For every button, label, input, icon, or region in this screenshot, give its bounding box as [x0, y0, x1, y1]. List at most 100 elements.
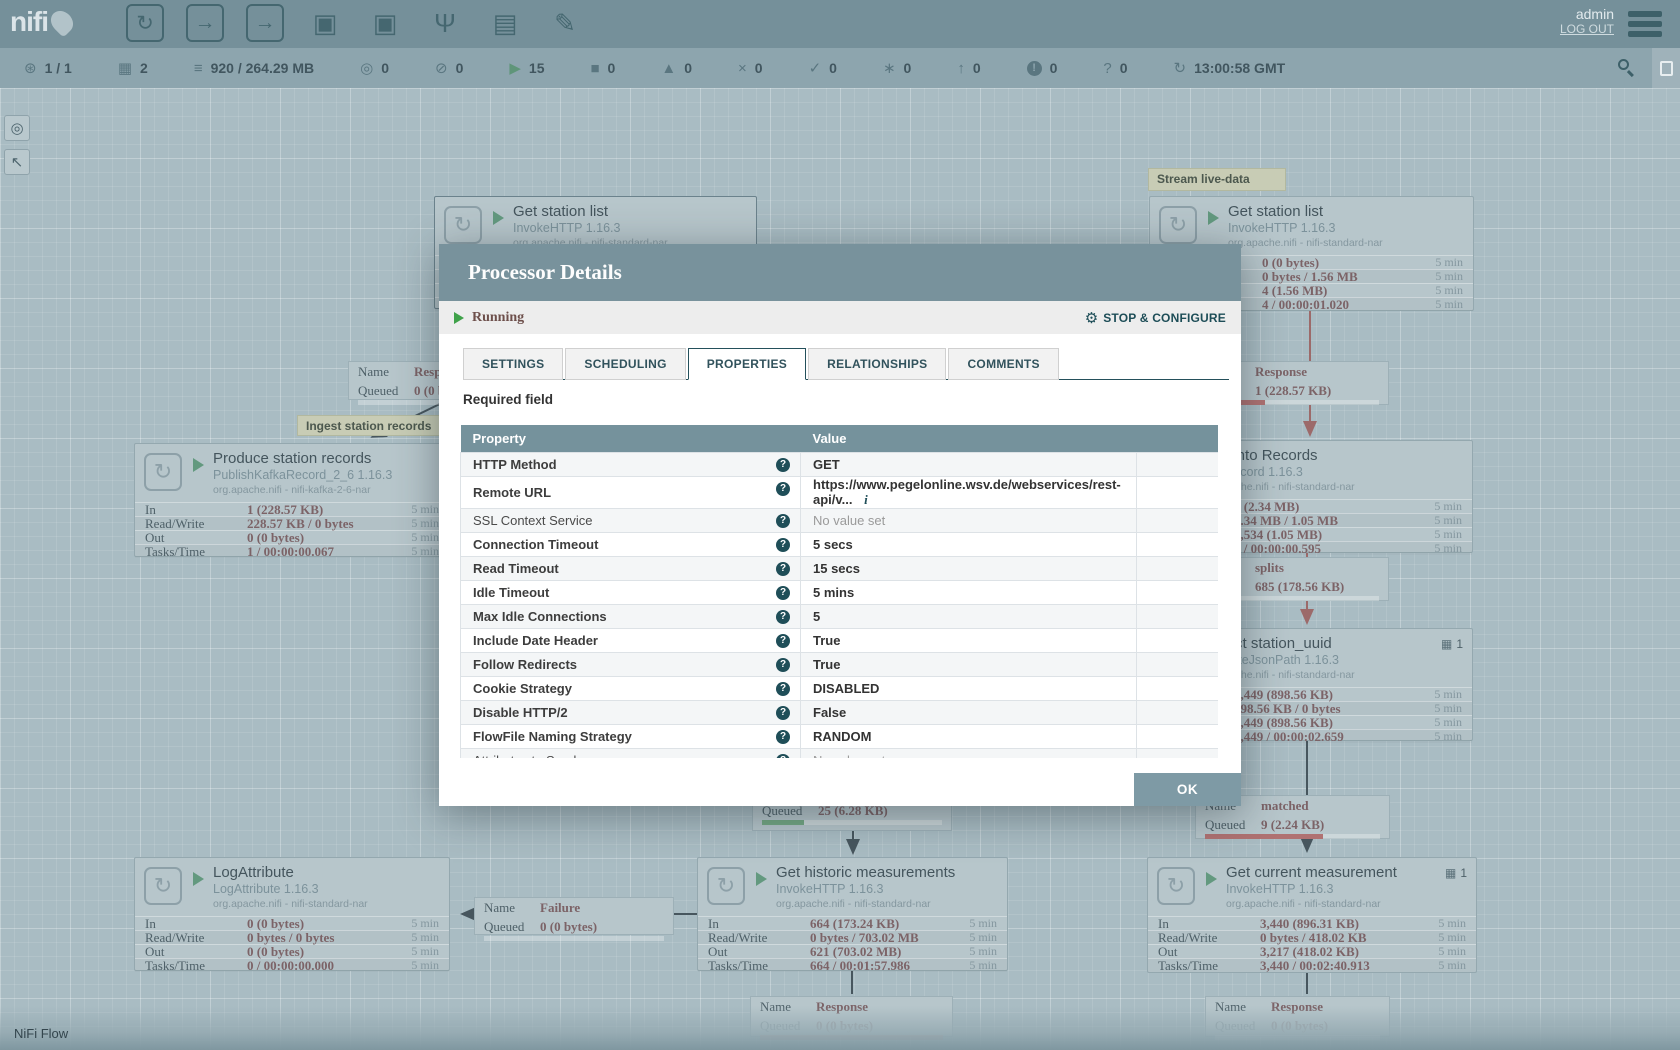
processor-type: InvokeHTTP 1.16.3	[1226, 882, 1472, 896]
breadcrumb[interactable]: NiFi Flow	[14, 1026, 68, 1041]
birdseye-panel-button[interactable]	[1652, 48, 1680, 88]
output-port-tool-icon[interactable]: →	[246, 4, 284, 42]
stat-row-readwrite: Read/Write 0 bytes / 418.02 KB 5 min	[1148, 930, 1476, 944]
canvas-label[interactable]: Stream live-data	[1148, 168, 1286, 191]
stat-row-tasks: Tasks/Time 664 / 00:01:57.986 5 min	[698, 958, 1007, 972]
global-menu-icon[interactable]	[1628, 11, 1662, 41]
status-value: 0	[608, 60, 616, 76]
help-icon[interactable]: ?	[776, 730, 790, 744]
component-toolbar: ↻ → → ▣ ▣ Ψ ▤ ✎	[126, 4, 584, 42]
connection-label[interactable]: NameFailure Queued0 (0 bytes)	[474, 897, 674, 935]
property-value[interactable]: No value set	[813, 753, 885, 759]
property-row[interactable]: Idle Timeout ? 5 mins	[461, 580, 1219, 604]
processor[interactable]: ↻ Get historic measurements InvokeHTTP 1…	[697, 857, 1008, 971]
stat-row-readwrite: Read/Write 0 bytes / 0 bytes 5 min	[135, 930, 449, 944]
extra-column-header	[1137, 425, 1219, 452]
property-value[interactable]: 5	[813, 609, 820, 624]
help-icon[interactable]: ?	[776, 458, 790, 472]
property-value[interactable]: GET	[813, 457, 840, 472]
processor-type: PublishKafkaRecord_2_6 1.16.3	[213, 468, 445, 482]
help-icon[interactable]: ?	[776, 586, 790, 600]
help-icon[interactable]: ?	[776, 610, 790, 624]
template-tool-icon[interactable]: ▤	[486, 4, 524, 42]
processor[interactable]: ↻ Get current measurement InvokeHTTP 1.1…	[1147, 857, 1477, 973]
property-row[interactable]: Attributes to Send ? No value set	[461, 748, 1219, 758]
help-icon[interactable]: ?	[776, 562, 790, 576]
property-row[interactable]: SSL Context Service ? No value set	[461, 508, 1219, 532]
help-icon[interactable]: ?	[776, 634, 790, 648]
status-item: ! 0	[1027, 60, 1058, 76]
property-value[interactable]: No value set	[813, 513, 885, 528]
help-icon[interactable]: ?	[776, 706, 790, 720]
property-row[interactable]: FlowFile Naming Strategy ? RANDOM	[461, 724, 1219, 748]
help-icon[interactable]: ?	[776, 482, 790, 496]
dialog-header: Processor Details	[439, 244, 1241, 301]
help-icon[interactable]: ?	[776, 514, 790, 528]
navigate-palette-button[interactable]: ◎	[4, 115, 30, 141]
property-value[interactable]: https://www.pegelonline.wsv.de/webservic…	[813, 477, 1121, 507]
property-row[interactable]: Max Idle Connections ? 5	[461, 604, 1219, 628]
processor-icon: ↻	[144, 453, 182, 491]
stop-and-configure-button[interactable]: ⚙ STOP & CONFIGURE	[1085, 309, 1226, 327]
property-value[interactable]: RANDOM	[813, 729, 872, 744]
tab-relationships[interactable]: RELATIONSHIPS	[808, 348, 946, 380]
help-icon[interactable]: ?	[776, 682, 790, 696]
property-name: Remote URL	[473, 485, 551, 500]
processor-title: Produce station records	[213, 450, 445, 467]
property-row[interactable]: Follow Redirects ? True	[461, 652, 1219, 676]
status-item: ⊘ 0	[435, 59, 463, 77]
processor-title: Get historic measurements	[776, 864, 1003, 881]
search-icon[interactable]	[1618, 59, 1636, 77]
value-column-header: Value	[801, 425, 1137, 452]
transmitting-remote-groups-icon: ◎	[360, 59, 373, 77]
top-toolbar: nifi ↻ → → ▣ ▣ Ψ ▤ ✎ admin LOG OUT	[0, 0, 1680, 48]
property-row[interactable]: HTTP Method ? GET	[461, 452, 1219, 476]
property-name: Connection Timeout	[473, 537, 598, 552]
invalid-components-icon: ▲	[661, 60, 676, 77]
remote-process-group-tool-icon[interactable]: ▣	[366, 4, 404, 42]
property-value[interactable]: DISABLED	[813, 681, 879, 696]
property-row[interactable]: Disable HTTP/2 ? False	[461, 700, 1219, 724]
nifi-logo[interactable]: nifi	[10, 6, 72, 38]
input-port-tool-icon[interactable]: →	[186, 4, 224, 42]
status-value: 0	[829, 60, 837, 76]
help-icon[interactable]: ?	[776, 754, 790, 759]
logout-link[interactable]: LOG OUT	[1560, 22, 1614, 36]
status-value: 0	[904, 60, 912, 76]
processor[interactable]: ↻ LogAttribute LogAttribute 1.16.3 org.a…	[134, 857, 450, 971]
operate-palette-button[interactable]: ↖	[4, 149, 30, 175]
property-value[interactable]: 5 mins	[813, 585, 854, 600]
help-icon[interactable]: ?	[776, 538, 790, 552]
stat-row-readwrite: Read/Write 228.57 KB / 0 bytes 5 min	[135, 516, 449, 530]
processor-bundle: org.apache.nifi - nifi-kafka-2-6-nar	[213, 484, 445, 496]
tab-comments[interactable]: COMMENTS	[948, 348, 1058, 380]
property-value[interactable]: True	[813, 633, 840, 648]
property-value[interactable]: True	[813, 657, 840, 672]
property-name: FlowFile Naming Strategy	[473, 729, 632, 744]
tab-scheduling[interactable]: SCHEDULING	[565, 348, 685, 380]
label-tool-icon[interactable]: ✎	[546, 4, 584, 42]
property-value[interactable]: False	[813, 705, 846, 720]
property-row[interactable]: Include Date Header ? True	[461, 628, 1219, 652]
property-row[interactable]: Remote URL ? https://www.pegelonline.wsv…	[461, 476, 1219, 508]
sync-failure-icon: ?	[1103, 60, 1111, 77]
processor-tool-icon[interactable]: ↻	[126, 4, 164, 42]
queue-progress-track	[1205, 834, 1380, 839]
process-group-tool-icon[interactable]: ▣	[306, 4, 344, 42]
properties-table-container[interactable]: Property Value HTTP Method ?	[460, 425, 1218, 758]
property-name: HTTP Method	[473, 457, 557, 472]
processor-type: InvokeHTTP 1.16.3	[776, 882, 1003, 896]
property-row[interactable]: Connection Timeout ? 5 secs	[461, 532, 1219, 556]
tab-settings[interactable]: SETTINGS	[463, 348, 563, 380]
property-row[interactable]: Cookie Strategy ? DISABLED	[461, 676, 1219, 700]
help-icon[interactable]: ?	[776, 658, 790, 672]
tab-properties[interactable]: PROPERTIES	[688, 348, 806, 380]
processor[interactable]: ↻ Produce station records PublishKafkaRe…	[134, 443, 450, 557]
stat-row-readwrite: Read/Write 0 bytes / 703.02 MB 5 min	[698, 930, 1007, 944]
funnel-tool-icon[interactable]: Ψ	[426, 4, 464, 42]
ok-button[interactable]: OK	[1134, 773, 1241, 806]
processor-icon: ↻	[444, 206, 482, 244]
property-value[interactable]: 15 secs	[813, 561, 860, 576]
property-value[interactable]: 5 secs	[813, 537, 853, 552]
property-row[interactable]: Read Timeout ? 15 secs	[461, 556, 1219, 580]
